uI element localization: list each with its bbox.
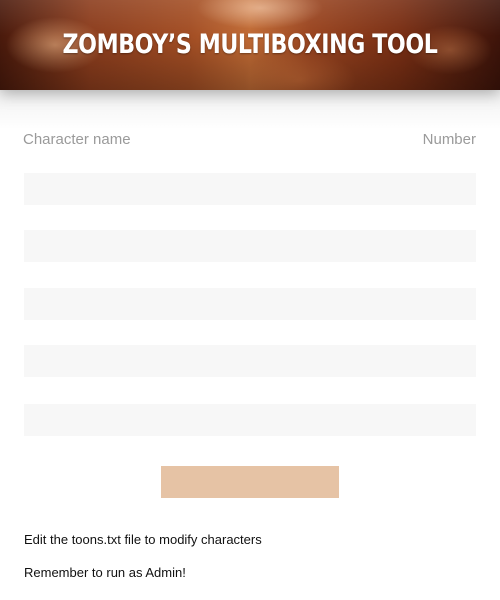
note-run-as-admin: Remember to run as Admin! bbox=[24, 565, 186, 580]
character-row-2[interactable] bbox=[24, 230, 476, 262]
column-header-number: Number bbox=[422, 131, 476, 148]
column-header-character-name: Character name bbox=[23, 131, 131, 148]
note-edit-toons: Edit the toons.txt file to modify charac… bbox=[24, 532, 262, 547]
start-button[interactable] bbox=[161, 466, 339, 498]
header-banner: ZOMBOY’S MULTIBOXING TOOL bbox=[0, 0, 500, 90]
character-row-5[interactable] bbox=[24, 404, 476, 436]
app-title: ZOMBOY’S MULTIBOXING TOOL bbox=[62, 29, 438, 60]
character-row-4[interactable] bbox=[24, 345, 476, 377]
header-shadow bbox=[0, 90, 500, 130]
character-row-3[interactable] bbox=[24, 288, 476, 320]
character-row-1[interactable] bbox=[24, 173, 476, 205]
